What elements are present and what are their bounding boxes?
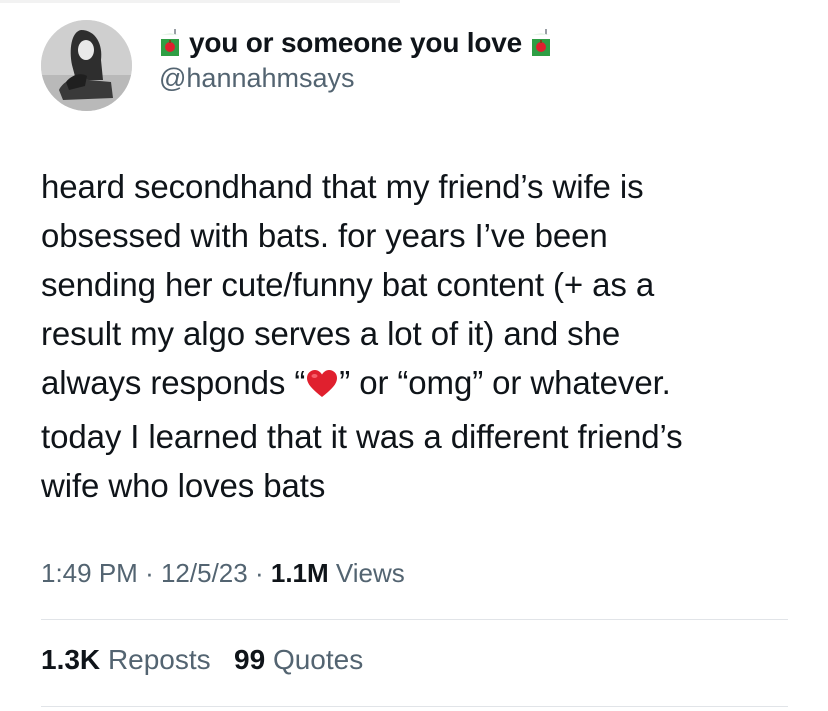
divider [41, 619, 788, 620]
tweet-line: today I learned that it was a different … [41, 418, 683, 455]
tweet-time[interactable]: 1:49 PM [41, 558, 138, 588]
tweet-stats: 1.3K Reposts 99 Quotes [41, 644, 363, 676]
tweet-date[interactable]: 12/5/23 [161, 558, 248, 588]
divider [41, 706, 788, 707]
juice-box-icon [159, 29, 181, 57]
reposts-label: Reposts [107, 644, 211, 675]
juice-box-icon [530, 29, 552, 57]
views-label: Views [335, 558, 405, 588]
tweet-meta: 1:49 PM · 12/5/23 · 1.1M Views [41, 558, 405, 589]
quotes-label: Quotes [272, 644, 364, 675]
meta-separator: · [254, 558, 264, 588]
red-heart-icon [306, 363, 338, 412]
user-handle[interactable]: @hannahmsays [159, 63, 552, 94]
tweet-header: you or someone you love @hannahmsays [41, 20, 552, 111]
quotes-count: 99 [234, 644, 266, 675]
tweet-line: heard secondhand that my friend’s wife i… [41, 168, 644, 205]
views-count: 1.1M [270, 558, 329, 588]
top-edge [0, 0, 400, 3]
quotes-link[interactable]: 99 Quotes [234, 644, 363, 675]
reposts-count: 1.3K [41, 644, 101, 675]
reposts-link[interactable]: 1.3K Reposts [41, 644, 211, 675]
tweet-line-with-emoji: always responds “ ” or “omg” or whatever. [41, 358, 801, 412]
display-name-row[interactable]: you or someone you love [159, 25, 552, 61]
meta-separator: · [145, 558, 154, 588]
tweet-line-part: always responds “ [41, 364, 306, 401]
tweet-text: heard secondhand that my friend’s wife i… [41, 162, 801, 510]
user-names: you or someone you love @hannahmsays [159, 25, 552, 94]
tweet-line: wife who loves bats [41, 467, 326, 504]
tweet-line: result my algo serves a lot of it) and s… [41, 315, 621, 352]
display-name[interactable]: you or someone you love [189, 27, 522, 59]
tweet-line: sending her cute/funny bat content (+ as… [41, 266, 655, 303]
tweet-line: obsessed with bats. for years I’ve been [41, 217, 608, 254]
tweet-line-part: ” or “omg” or whatever. [339, 364, 671, 401]
avatar[interactable] [41, 20, 132, 111]
